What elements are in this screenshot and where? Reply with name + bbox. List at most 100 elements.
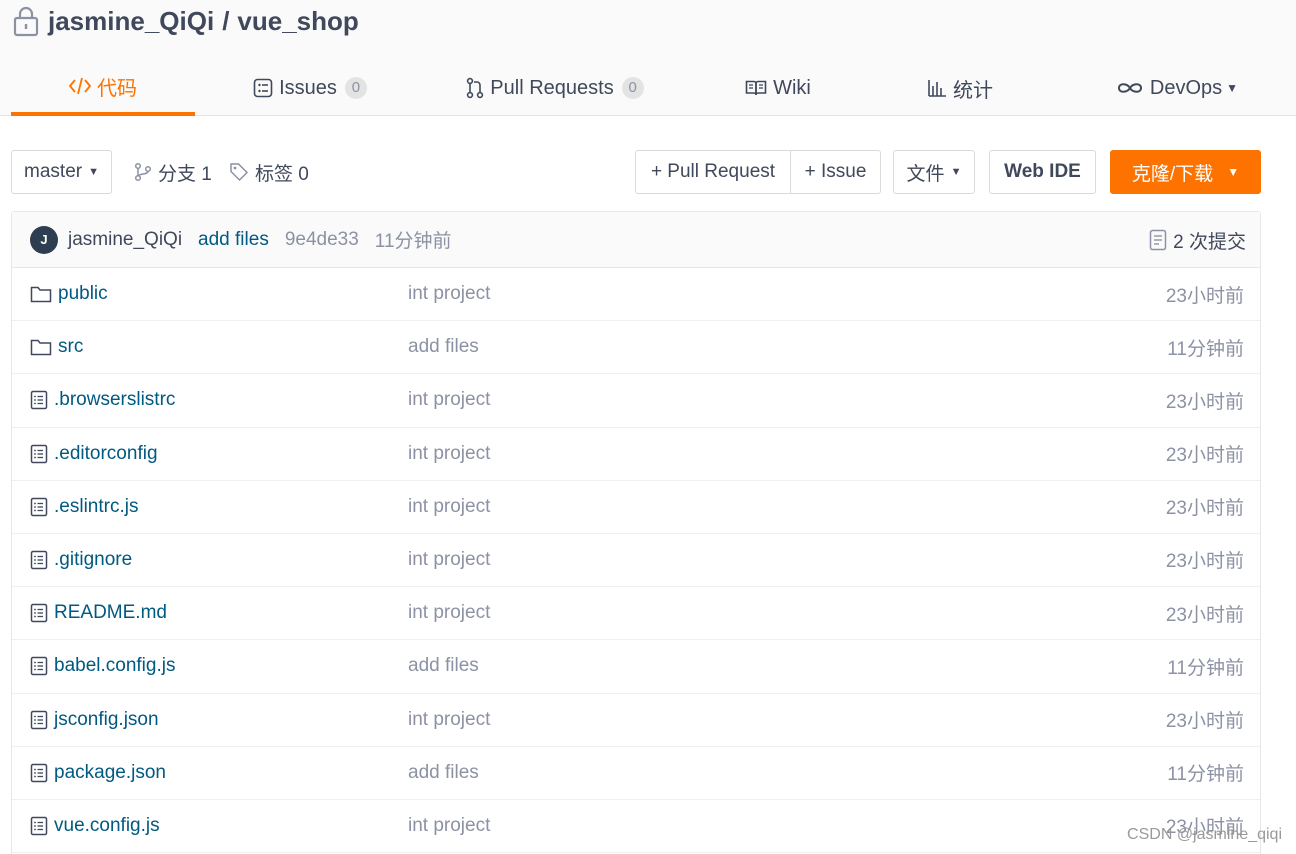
file-icon: [30, 710, 48, 729]
new-pull-request-button[interactable]: + Pull Request: [636, 151, 791, 193]
file-name-link[interactable]: babel.config.js: [30, 640, 175, 692]
file-name: .eslintrc.js: [54, 495, 139, 517]
tab-wiki[interactable]: Wiki: [735, 60, 821, 116]
file-commit-time: 11分钟前: [1167, 657, 1244, 679]
file-icon: [30, 550, 48, 570]
file-name-link[interactable]: package.json: [30, 747, 166, 799]
clone-download-label: 克隆/下载: [1131, 163, 1214, 185]
branches-count-label: 分支 1: [158, 163, 212, 185]
clone-download-button[interactable]: 克隆/下载 ▼: [1110, 150, 1261, 194]
commit-sha-link[interactable]: 9e4de33: [285, 229, 359, 251]
branch-select[interactable]: master ▼: [11, 150, 112, 194]
tab-pull-requests-label: Pull Requests: [490, 76, 614, 99]
file-commit-message-link[interactable]: int project: [408, 587, 490, 639]
new-issue-button[interactable]: + Issue: [791, 151, 880, 193]
file-name-link[interactable]: vue.config.js: [30, 800, 160, 852]
file-icon: [30, 444, 48, 463]
chevron-down-icon: ▼: [88, 166, 99, 178]
issues-icon: [253, 78, 273, 98]
file-list: J jasmine_QiQi add files 9e4de33 11分钟前 2…: [11, 211, 1261, 854]
commits-icon: [1149, 229, 1167, 251]
file-name: .browserslistrc: [54, 389, 176, 411]
tab-pull-requests[interactable]: Pull Requests 0: [460, 60, 650, 116]
devops-icon: [1117, 83, 1142, 93]
table-row: jsconfig.json int project 23小时前: [12, 694, 1260, 747]
tags-link[interactable]: 标签 0: [229, 150, 309, 194]
file-icon: [30, 816, 48, 836]
file-commit-message-link[interactable]: int project: [408, 534, 490, 586]
file-name: .editorconfig: [54, 442, 158, 464]
file-commit-message-link[interactable]: int project: [408, 374, 490, 426]
file-name-link[interactable]: src: [30, 321, 83, 373]
file-icon: [30, 657, 48, 676]
file-name: jsconfig.json: [54, 708, 159, 730]
commit-time: 11分钟前: [374, 231, 452, 252]
code-icon: [69, 77, 91, 95]
issues-count-badge: 0: [344, 77, 367, 99]
file-commit-message-link[interactable]: int project: [408, 481, 490, 533]
file-rows: public int project 23小时前 src add files 11分钟前.…: [12, 268, 1260, 854]
file-name: babel.config.js: [54, 655, 176, 677]
file-menu-button[interactable]: 文件 ▼: [893, 150, 975, 194]
chevron-down-icon: ▼: [1227, 165, 1240, 179]
file-commit-message-link[interactable]: add files: [408, 321, 479, 373]
folder-icon: [30, 339, 52, 356]
file-commit-message-link[interactable]: int project: [408, 428, 490, 480]
file-name-link[interactable]: .browserslistrc: [30, 374, 175, 426]
commit-count-link[interactable]: 2 次提交: [1149, 212, 1246, 268]
avatar[interactable]: J: [30, 225, 58, 254]
file-name: public: [58, 283, 108, 304]
repo-header: jasmine_QiQi / vue_shop 代码 Issues 0 Pull…: [0, 0, 1296, 116]
repo-tabs: 代码 Issues 0 Pull Requests 0 Wiki 统计 DevO…: [0, 60, 1296, 116]
file-commit-message-link[interactable]: int project: [408, 694, 490, 746]
tab-issues[interactable]: Issues 0: [240, 60, 380, 116]
file-commit-message-link[interactable]: int project: [408, 268, 490, 320]
repo-owner-link[interactable]: jasmine_QiQi: [48, 6, 214, 37]
tab-stats[interactable]: 统计: [916, 60, 1004, 116]
commit-author-link[interactable]: jasmine_QiQi: [68, 229, 182, 251]
table-row: babel.config.js add files 11分钟前: [12, 640, 1260, 694]
web-ide-label: Web IDE: [1004, 161, 1081, 182]
branch-icon: [134, 162, 152, 182]
wiki-icon: [745, 80, 767, 96]
chevron-down-icon: ▼: [950, 166, 962, 178]
file-commit-message-link[interactable]: add files: [408, 640, 479, 692]
file-commit-time: 23小时前: [1165, 391, 1244, 413]
file-commit-time: 23小时前: [1165, 711, 1244, 732]
lock-icon: [13, 6, 39, 37]
file-name: vue.config.js: [54, 814, 160, 836]
file-icon: [30, 603, 48, 623]
tab-code-label: 代码: [97, 77, 137, 100]
file-icon: [30, 391, 48, 410]
web-ide-button[interactable]: Web IDE: [989, 150, 1096, 194]
file-commit-message-link[interactable]: int project: [408, 800, 490, 852]
file-name-link[interactable]: .gitignore: [30, 534, 132, 586]
file-name-link[interactable]: jsconfig.json: [30, 694, 159, 746]
file-name-link[interactable]: .eslintrc.js: [30, 481, 138, 533]
repo-name-link[interactable]: vue_shop: [237, 6, 358, 37]
file-name-link[interactable]: README.md: [30, 587, 167, 639]
table-row: README.md int project 23小时前: [12, 587, 1260, 641]
tag-icon: [230, 163, 249, 182]
chevron-down-icon: ▼: [1226, 81, 1239, 95]
file-name: package.json: [54, 761, 166, 783]
tab-stats-label: 统计: [953, 79, 993, 102]
file-commit-time: 11分钟前: [1167, 764, 1244, 786]
branch-select-label: master: [24, 161, 83, 182]
file-name-link[interactable]: public: [30, 268, 108, 320]
tags-count-label: 标签 0: [255, 163, 309, 185]
branches-link[interactable]: 分支 1: [134, 150, 212, 194]
table-row: .gitignore int project 23小时前: [12, 534, 1260, 588]
file-commit-time: 23小时前: [1165, 285, 1244, 307]
file-name: .gitignore: [54, 548, 133, 570]
tab-devops[interactable]: DevOps ▼: [1105, 60, 1249, 116]
file-name-link[interactable]: .editorconfig: [30, 428, 158, 480]
file-name: src: [58, 336, 84, 358]
table-row: .eslintrc.js int project 23小时前: [12, 481, 1260, 534]
pr-issue-button-group: + Pull Request + Issue: [635, 150, 881, 194]
file-icon: [30, 497, 48, 516]
commit-count-label: 2 次提交: [1173, 231, 1246, 253]
tab-code[interactable]: 代码: [11, 60, 195, 116]
file-commit-message-link[interactable]: add files: [408, 747, 479, 799]
commit-message-link[interactable]: add files: [198, 229, 269, 251]
